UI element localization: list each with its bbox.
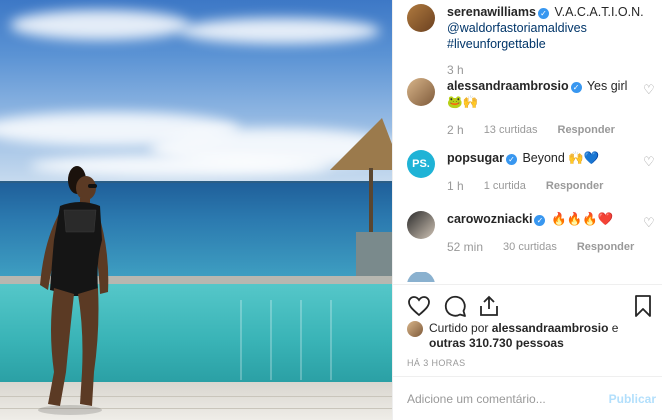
comment-item: PS. popsugar ✓ Beyond 🙌💙 1 h 1 curtida Re… <box>407 150 655 194</box>
comment-emoji: 🐸🙌 <box>447 95 479 109</box>
comment-time: 52 min <box>447 240 484 254</box>
post-caption: serenawilliams ✓ V.A.C.A.T.I.O.N. @waldor… <box>407 4 657 78</box>
publish-button[interactable]: Publicar <box>609 392 656 406</box>
next-comment-partial <box>407 272 655 282</box>
comment-input[interactable]: Adicione um comentário... <box>407 392 546 406</box>
person-figure <box>38 166 109 415</box>
likes-prefix: Curtido por <box>429 321 489 335</box>
comment-item: carowozniacki ✓ 🔥🔥🔥❤️ 52 min 30 curtidas … <box>407 211 655 255</box>
verified-badge-icon: ✓ <box>505 154 517 165</box>
commenter-username[interactable]: popsugar <box>447 151 504 165</box>
comment-heart-icon[interactable]: ♡ <box>643 216 655 229</box>
post-timestamp[interactable]: HÁ 3 HORAS <box>407 358 466 368</box>
likes-summary: Curtido por alessandraambrosio e outras … <box>407 321 657 351</box>
share-icon[interactable] <box>477 294 501 318</box>
author-avatar[interactable] <box>407 4 435 32</box>
liker-username[interactable]: alessandraambrosio <box>492 321 609 335</box>
instagram-post: serenawilliams ✓ V.A.C.A.T.I.O.N. @waldor… <box>0 0 662 420</box>
divider <box>393 376 662 377</box>
verified-badge-icon: ✓ <box>570 82 582 93</box>
comment-emoji: 🙌💙 <box>568 151 600 165</box>
likes-connector: e <box>611 321 619 335</box>
commenter-avatar[interactable]: PS. <box>407 150 435 178</box>
comment-heart-icon[interactable]: ♡ <box>643 83 655 96</box>
reply-button[interactable]: Responder <box>546 178 603 194</box>
comment-time: 1 h <box>447 179 464 193</box>
comment-likes[interactable]: 30 curtidas <box>503 239 557 255</box>
comment-text: Beyond <box>522 151 565 165</box>
comment-text: Yes girl <box>586 79 628 93</box>
divider <box>393 284 662 285</box>
comment-likes[interactable]: 1 curtida <box>484 178 526 194</box>
commenter-username[interactable]: alessandraambrosio <box>447 79 569 93</box>
caption-hashtag-link[interactable]: #liveunforgettable <box>447 37 546 51</box>
comment-meta: 2 h 13 curtidas Responder <box>447 122 627 138</box>
comment-icon[interactable] <box>443 294 467 318</box>
reply-button[interactable]: Responder <box>577 239 634 255</box>
reply-button[interactable]: Responder <box>558 122 615 138</box>
bookmark-icon[interactable] <box>631 294 655 318</box>
author-username[interactable]: serenawilliams <box>447 5 536 19</box>
caption-mention-link[interactable]: @waldorfastoriamaldives <box>447 21 587 35</box>
verified-badge-icon: ✓ <box>534 215 546 226</box>
caption-text: V.A.C.A.T.I.O.N. <box>554 5 644 19</box>
comment-emoji: 🔥🔥🔥❤️ <box>550 212 614 226</box>
heart-icon[interactable] <box>407 294 431 318</box>
comment-likes[interactable]: 13 curtidas <box>484 122 538 138</box>
comment-item: alessandraambrosio ✓ Yes girl 🐸🙌 2 h 13 c… <box>407 78 655 138</box>
likes-others[interactable]: outras 310.730 pessoas <box>429 336 564 350</box>
verified-badge-icon: ✓ <box>537 8 549 19</box>
comment-meta: 52 min 30 curtidas Responder <box>447 239 634 255</box>
comment-time: 2 h <box>447 123 464 137</box>
post-sidebar: serenawilliams ✓ V.A.C.A.T.I.O.N. @waldor… <box>392 0 662 420</box>
commenter-avatar[interactable] <box>407 78 435 106</box>
commenter-avatar[interactable] <box>407 211 435 239</box>
post-time: 3 h <box>447 63 464 77</box>
comment-heart-icon[interactable]: ♡ <box>643 155 655 168</box>
commenter-username[interactable]: carowozniacki <box>447 212 532 226</box>
liker-avatar[interactable] <box>407 321 423 337</box>
comment-meta: 1 h 1 curtida Responder <box>447 178 603 194</box>
post-photo[interactable] <box>0 0 392 420</box>
post-actions <box>407 294 657 318</box>
